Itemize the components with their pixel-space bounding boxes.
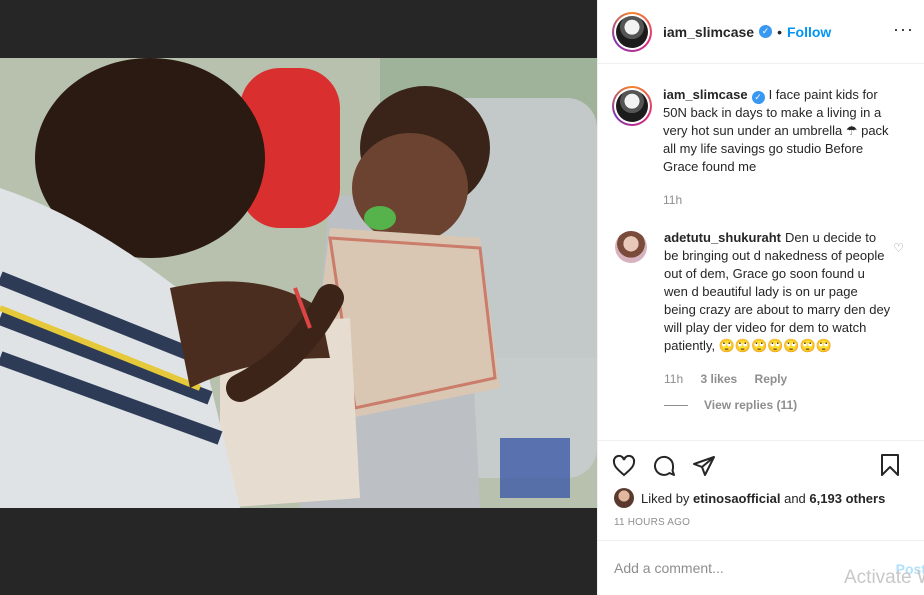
verified-icon: ✓	[759, 25, 773, 38]
post-media	[0, 0, 597, 595]
comment-meta: 11h 3 likes Reply	[664, 372, 892, 386]
view-replies-button[interactable]: View replies (11)	[664, 398, 892, 412]
likes-middle: and	[784, 490, 806, 506]
heart-icon[interactable]	[612, 454, 636, 478]
caption-avatar[interactable]	[612, 86, 652, 126]
post-header: iam_slimcase ✓ • Follow ···	[598, 0, 924, 64]
commenter-avatar[interactable]	[615, 231, 647, 263]
liker-username[interactable]: etinosaofficial	[693, 491, 780, 506]
view-replies-label: View replies (11)	[704, 398, 798, 412]
add-comment-bar: Post Activate W	[598, 540, 924, 595]
verified-icon: ✓	[751, 91, 765, 104]
likes-summary: Liked by etinosaofficial and 6,193 other…	[614, 488, 885, 508]
likes-others[interactable]: 6,193 others	[809, 491, 885, 506]
liker-avatar[interactable]	[614, 488, 634, 508]
photo-illustration	[0, 58, 597, 508]
likes-prefix: Liked by	[641, 490, 690, 506]
author-username[interactable]: iam_slimcase	[663, 24, 754, 40]
action-bar	[598, 440, 924, 490]
separator-dot: •	[777, 23, 782, 40]
comments-section[interactable]: iam_slimcase ✓ I face paint kids for 50N b…	[598, 64, 924, 440]
replies-line	[664, 404, 688, 406]
author-avatar[interactable]	[612, 11, 652, 52]
reply-button[interactable]: Reply	[755, 372, 788, 386]
comment-time[interactable]: 11h	[664, 372, 683, 386]
caption-username[interactable]: iam_slimcase	[663, 87, 748, 102]
caption-text: iam_slimcase ✓ I face paint kids for 50N b…	[663, 86, 892, 176]
comment-item: adetutu_shukuraht Den u decide to be brin…	[612, 229, 910, 412]
comment-text: adetutu_shukuraht Den u decide to be brin…	[664, 229, 892, 355]
caption-meta: 11h	[663, 193, 892, 207]
post-panel: iam_slimcase ✓ • Follow ··· iam_slimcase…	[597, 0, 924, 595]
more-options-icon[interactable]: ···	[893, 20, 914, 38]
comment-like-icon[interactable]: ♡	[893, 241, 904, 255]
comment-icon[interactable]	[652, 454, 676, 478]
share-icon[interactable]	[692, 454, 716, 478]
comment-likes[interactable]: 3 likes	[700, 372, 737, 386]
post-timestamp[interactable]: 11 HOURS AGO	[614, 517, 690, 528]
caption-time[interactable]: 11h	[663, 193, 682, 207]
bookmark-icon[interactable]	[878, 453, 902, 477]
activate-windows-watermark: Activate W	[844, 567, 924, 588]
follow-button[interactable]: Follow	[787, 24, 831, 40]
post-photo[interactable]	[0, 58, 597, 508]
comment-body: Den u decide to be bringing out d nakedn…	[664, 230, 891, 353]
caption: iam_slimcase ✓ I face paint kids for 50N b…	[612, 86, 910, 207]
commenter-username[interactable]: adetutu_shukuraht	[664, 230, 781, 245]
